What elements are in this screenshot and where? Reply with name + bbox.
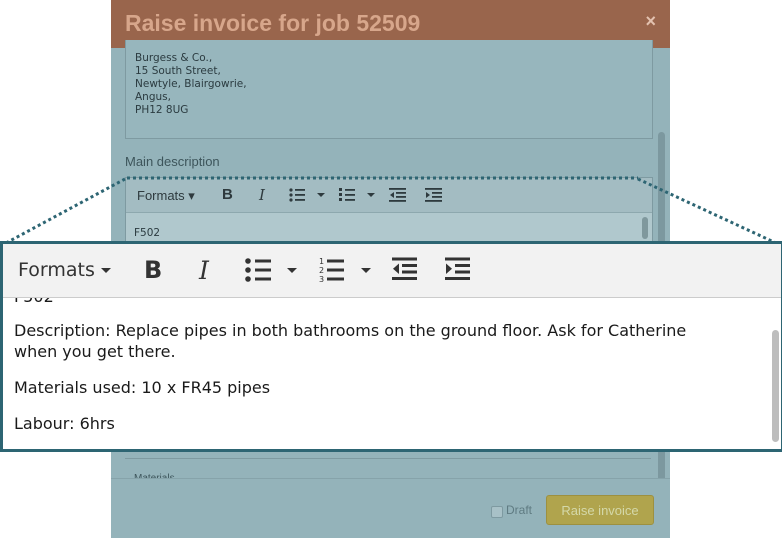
svg-text:1: 1 (319, 257, 324, 266)
outdent-icon (392, 257, 417, 280)
italic-button[interactable]: I (199, 256, 209, 285)
italic-icon: I (199, 256, 209, 285)
editor-materials: Materials used: 10 x FR45 pipes (14, 378, 271, 397)
editor-toolbar: Formats B I 1 2 3 (3, 244, 781, 298)
editor-cut-line: F502 (14, 298, 54, 307)
caret-down-icon (100, 267, 111, 273)
numbered-list-icon: 1 2 3 (319, 257, 371, 284)
indent-icon (445, 257, 470, 280)
connector-left (5, 177, 126, 245)
caret-down-icon (287, 268, 297, 273)
editor-labour: Labour: 6hrs (14, 414, 115, 433)
connector-right (637, 177, 777, 245)
bullet-list-icon (245, 258, 297, 282)
svg-text:2: 2 (319, 266, 324, 275)
editor-content[interactable]: F502 Description: Replace pipes in both … (3, 298, 781, 449)
bullet-list-button[interactable] (244, 258, 302, 282)
caret-down-icon (361, 268, 371, 273)
svg-text:3: 3 (319, 275, 324, 284)
editor-scrollbar[interactable] (772, 330, 779, 442)
bold-button[interactable]: B (144, 256, 162, 284)
indent-button[interactable] (445, 257, 471, 281)
formats-label: Formats (18, 259, 95, 281)
numbered-list-button[interactable]: 1 2 3 (319, 256, 377, 284)
outdent-button[interactable] (392, 257, 418, 281)
zoomed-editor: Formats B I 1 2 3 Description: Replace p… (0, 241, 782, 452)
formats-dropdown[interactable]: Formats (18, 259, 111, 281)
editor-description: Description: Replace pipes in both bathr… (14, 321, 687, 361)
bold-icon: B (144, 256, 163, 284)
